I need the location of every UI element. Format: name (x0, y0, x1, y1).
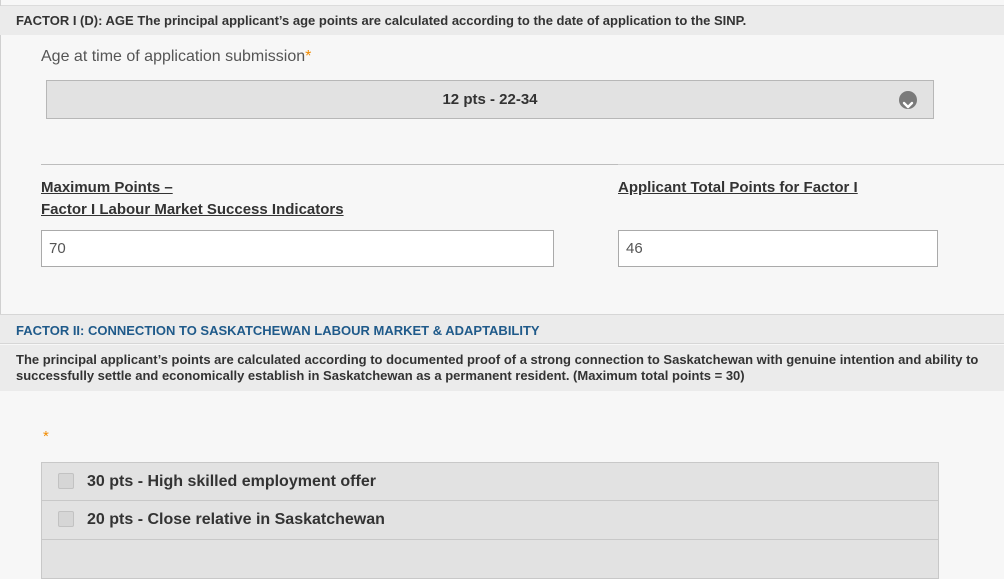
chevron-down-icon (899, 91, 917, 109)
divider-right (618, 164, 1004, 165)
max-points-label-line1: Maximum Points – (41, 179, 173, 196)
option-label: 30 pts - High skilled employment offer (87, 473, 376, 490)
left-border (0, 0, 1, 314)
factor1d-heading: FACTOR I (D): AGE The principal applican… (0, 6, 1004, 35)
option-close-relative[interactable]: 20 pts - Close relative in Saskatchewan (41, 501, 939, 540)
age-field-label: Age at time of application submission* (41, 48, 311, 66)
factor2-description: The principal applicant’s points are cal… (0, 345, 1004, 391)
max-points-field[interactable]: 70 (41, 230, 554, 267)
age-select[interactable]: 12 pts - 22-34 (46, 80, 934, 119)
required-marker: * (305, 48, 312, 65)
age-label-text: Age at time of application submission (41, 48, 306, 65)
option-high-skilled-employment[interactable]: 30 pts - High skilled employment offer (41, 462, 939, 501)
age-select-value: 12 pts - 22-34 (442, 91, 538, 108)
option-next-partial[interactable] (41, 540, 939, 579)
applicant-total-label: Applicant Total Points for Factor I (618, 179, 858, 196)
applicant-total-field[interactable]: 46 (618, 230, 938, 267)
option-label: 20 pts - Close relative in Saskatchewan (87, 511, 385, 528)
checkbox[interactable] (58, 473, 74, 489)
checkbox[interactable] (58, 511, 74, 527)
factor2-required-marker: * (43, 428, 49, 445)
max-points-label-line2: Factor I Labour Market Success Indicator… (41, 201, 344, 218)
factor2-heading: FACTOR II: CONNECTION TO SASKATCHEWAN LA… (0, 314, 1004, 344)
divider-left (41, 164, 618, 165)
